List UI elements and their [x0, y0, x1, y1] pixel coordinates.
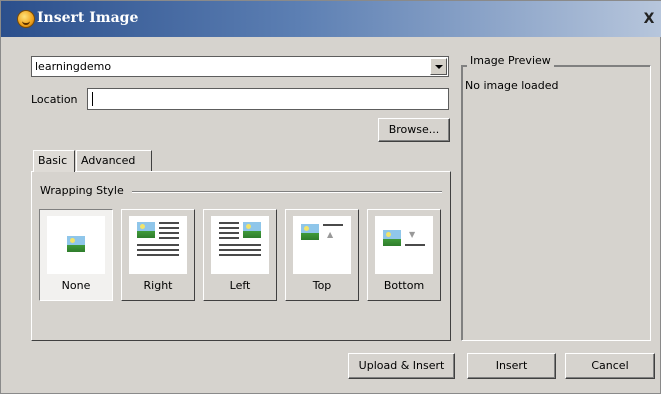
- image-preview-panel: [461, 65, 651, 341]
- insert-button[interactable]: Insert: [467, 353, 556, 379]
- wrapping-style-label: Wrapping Style: [40, 184, 128, 197]
- wrap-left-icon: [211, 216, 269, 274]
- wrap-option-top[interactable]: ▲ Top: [285, 209, 359, 301]
- wrap-option-label: Bottom: [383, 279, 425, 292]
- smiley-app-icon: [17, 10, 35, 28]
- close-button[interactable]: X: [641, 10, 657, 28]
- wrap-option-bottom[interactable]: ▼ Bottom: [367, 209, 441, 301]
- wrap-bottom-icon: ▼: [375, 216, 433, 274]
- wrap-option-left[interactable]: Left: [203, 209, 277, 301]
- wrap-option-label: Top: [312, 279, 332, 292]
- wrap-right-icon: [129, 216, 187, 274]
- chevron-down-icon[interactable]: [430, 58, 447, 75]
- wrap-option-label: Left: [229, 279, 251, 292]
- source-select[interactable]: learningdemo: [31, 56, 449, 77]
- browse-button[interactable]: Browse...: [378, 118, 450, 142]
- upload-insert-button[interactable]: Upload & Insert: [348, 353, 455, 379]
- insert-image-dialog: Insert Image X learningdemo Location Bro…: [0, 0, 661, 394]
- wrap-none-icon: [47, 216, 105, 274]
- tab-advanced[interactable]: Advanced: [76, 150, 152, 172]
- cancel-button[interactable]: Cancel: [565, 353, 655, 379]
- wrap-option-none[interactable]: None: [39, 209, 113, 301]
- wrap-option-right[interactable]: Right: [121, 209, 195, 301]
- dialog-title: Insert Image: [37, 10, 139, 26]
- preview-status-text: No image loaded: [465, 79, 559, 92]
- wrap-option-label: None: [61, 279, 91, 292]
- tab-basic[interactable]: Basic: [33, 150, 75, 172]
- wrap-option-label: Right: [143, 279, 173, 292]
- location-input[interactable]: [87, 88, 449, 110]
- image-preview-label: Image Preview: [467, 54, 554, 67]
- source-select-value: learningdemo: [35, 60, 112, 73]
- group-divider: [132, 191, 442, 193]
- title-bar[interactable]: Insert Image X: [1, 1, 661, 37]
- location-label: Location: [31, 93, 78, 106]
- wrap-top-icon: ▲: [293, 216, 351, 274]
